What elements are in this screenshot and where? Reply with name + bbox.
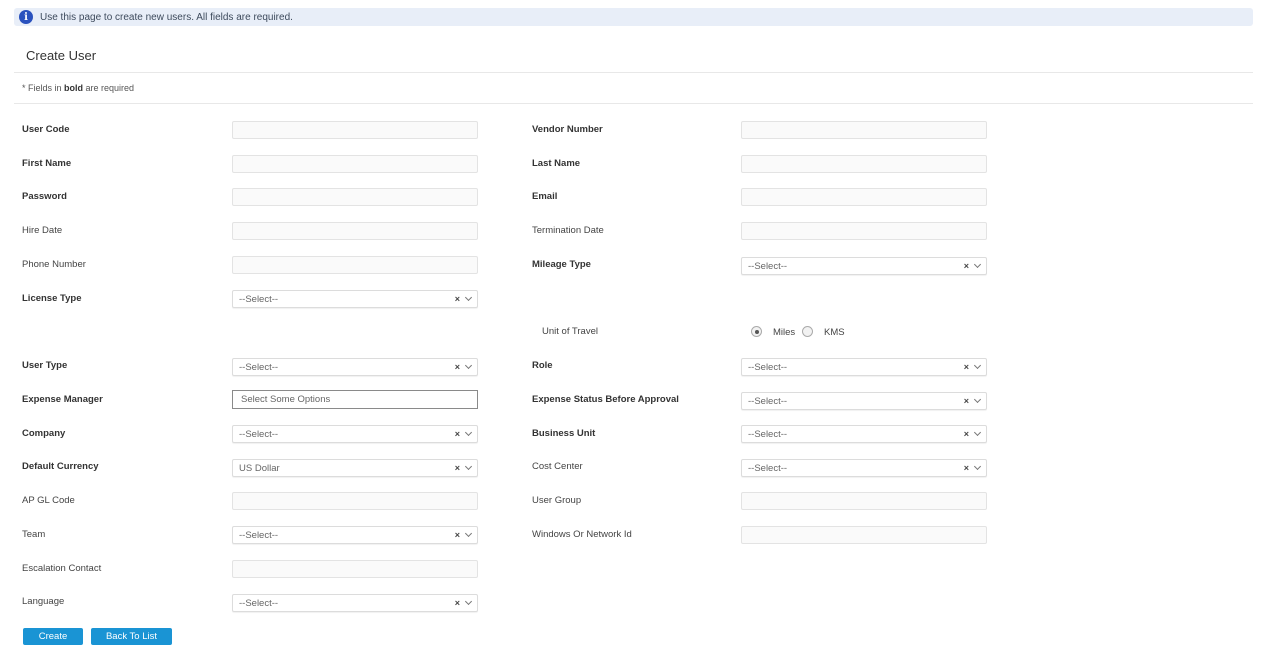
language-select[interactable]: --Select-- × <box>232 594 478 612</box>
expense-manager-label: Expense Manager <box>22 394 103 405</box>
company-label: Company <box>22 428 66 439</box>
required-note: * Fields in bold are required <box>22 83 135 93</box>
chevron-down-icon <box>973 395 982 404</box>
select-value: --Select-- <box>239 361 279 373</box>
clear-icon[interactable]: × <box>964 396 969 406</box>
windows-network-id-label: Windows Or Network Id <box>532 529 632 540</box>
language-label: Language <box>22 596 65 607</box>
license-type-select[interactable]: --Select-- × <box>232 290 478 308</box>
chevron-down-icon <box>973 361 982 370</box>
chevron-down-icon <box>464 293 473 302</box>
user-group-label: User Group <box>532 495 582 506</box>
info-banner: i Use this page to create new users. All… <box>14 8 1253 26</box>
select-value: --Select-- <box>748 260 788 272</box>
divider <box>14 72 1253 73</box>
license-type-label: License Type <box>22 293 82 304</box>
vendor-number-input[interactable] <box>741 121 987 139</box>
select-value: --Select-- <box>239 597 279 609</box>
chevron-down-icon <box>973 428 982 437</box>
miles-radio[interactable] <box>751 326 762 337</box>
select-value: --Select-- <box>748 462 788 474</box>
select-value: --Select-- <box>239 428 279 440</box>
clear-icon[interactable]: × <box>455 429 460 439</box>
kms-radio-label: KMS <box>824 327 845 338</box>
info-icon: i <box>19 10 33 24</box>
vendor-number-label: Vendor Number <box>532 124 603 135</box>
clear-icon[interactable]: × <box>455 598 460 608</box>
first-name-label: First Name <box>22 158 72 169</box>
escalation-contact-label: Escalation Contact <box>22 563 102 574</box>
phone-number-input[interactable] <box>232 256 478 274</box>
select-value: --Select-- <box>239 529 279 541</box>
clear-icon[interactable]: × <box>964 463 969 473</box>
password-input[interactable] <box>232 188 478 206</box>
windows-network-id-input[interactable] <box>741 526 987 544</box>
clear-icon[interactable]: × <box>964 261 969 271</box>
company-select[interactable]: --Select-- × <box>232 425 478 443</box>
cost-center-label: Cost Center <box>532 461 583 472</box>
select-value: --Select-- <box>748 395 788 407</box>
miles-radio-label: Miles <box>773 327 796 338</box>
clear-icon[interactable]: × <box>455 530 460 540</box>
kms-radio[interactable] <box>802 326 813 337</box>
select-value: --Select-- <box>748 428 788 440</box>
expense-manager-multiselect[interactable]: Select Some Options <box>232 390 478 409</box>
business-unit-label: Business Unit <box>532 428 596 439</box>
last-name-label: Last Name <box>532 158 581 169</box>
clear-icon[interactable]: × <box>964 429 969 439</box>
chevron-down-icon <box>464 529 473 538</box>
termination-date-input[interactable] <box>741 222 987 240</box>
page-title: Create User <box>26 48 97 63</box>
select-value: --Select-- <box>239 293 279 305</box>
phone-number-label: Phone Number <box>22 259 86 270</box>
create-button[interactable]: Create <box>23 628 83 645</box>
email-input[interactable] <box>741 188 987 206</box>
chevron-down-icon <box>464 361 473 370</box>
ap-gl-code-label: AP GL Code <box>22 495 75 506</box>
mileage-type-select[interactable]: --Select-- × <box>741 257 987 275</box>
chevron-down-icon <box>464 462 473 471</box>
clear-icon[interactable]: × <box>455 463 460 473</box>
user-group-input[interactable] <box>741 492 987 510</box>
clear-icon[interactable]: × <box>455 362 460 372</box>
first-name-input[interactable] <box>232 155 478 173</box>
termination-date-label: Termination Date <box>532 225 604 236</box>
last-name-input[interactable] <box>741 155 987 173</box>
role-select[interactable]: --Select-- × <box>741 358 987 376</box>
info-text: Use this page to create new users. All f… <box>40 11 293 23</box>
hire-date-label: Hire Date <box>22 225 63 236</box>
mileage-type-label: Mileage Type <box>532 259 591 270</box>
default-currency-label: Default Currency <box>22 461 99 472</box>
back-to-list-button[interactable]: Back To List <box>91 628 172 645</box>
user-type-select[interactable]: --Select-- × <box>232 358 478 376</box>
select-value: --Select-- <box>748 361 788 373</box>
expense-status-label: Expense Status Before Approval <box>532 394 679 405</box>
multiselect-placeholder: Select Some Options <box>241 394 331 405</box>
chevron-down-icon <box>973 462 982 471</box>
business-unit-select[interactable]: --Select-- × <box>741 425 987 443</box>
chevron-down-icon <box>464 597 473 606</box>
ap-gl-code-input[interactable] <box>232 492 478 510</box>
user-type-label: User Type <box>22 360 68 371</box>
select-value: US Dollar <box>239 462 280 474</box>
password-label: Password <box>22 191 67 202</box>
expense-status-select[interactable]: --Select-- × <box>741 392 987 410</box>
user-code-input[interactable] <box>232 121 478 139</box>
clear-icon[interactable]: × <box>964 362 969 372</box>
email-label: Email <box>532 191 558 202</box>
cost-center-select[interactable]: --Select-- × <box>741 459 987 477</box>
escalation-contact-input[interactable] <box>232 560 478 578</box>
team-select[interactable]: --Select-- × <box>232 526 478 544</box>
divider <box>14 103 1253 104</box>
default-currency-select[interactable]: US Dollar × <box>232 459 478 477</box>
hire-date-input[interactable] <box>232 222 478 240</box>
team-label: Team <box>22 529 46 540</box>
unit-of-travel-label: Unit of Travel <box>542 326 598 337</box>
clear-icon[interactable]: × <box>455 294 460 304</box>
user-code-label: User Code <box>22 124 70 135</box>
chevron-down-icon <box>464 428 473 437</box>
chevron-down-icon <box>973 260 982 269</box>
role-label: Role <box>532 360 553 371</box>
